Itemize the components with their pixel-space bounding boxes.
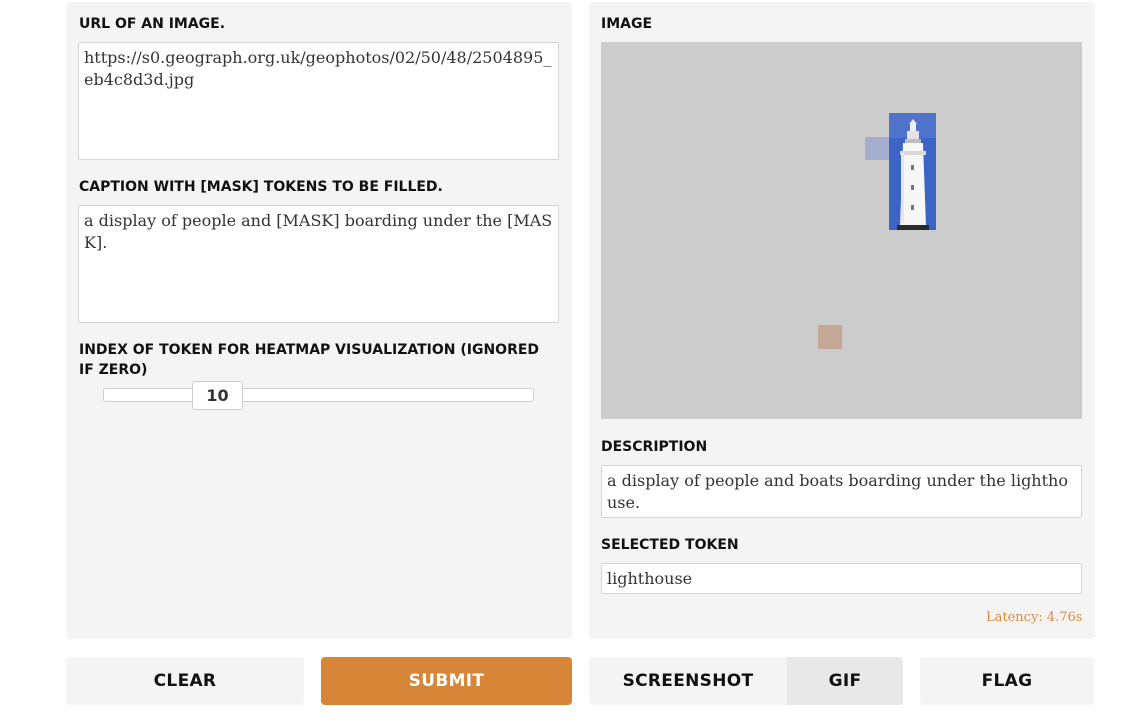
description-output: a display of people and boats boarding u… <box>601 465 1082 518</box>
token-index-label: INDEX OF TOKEN FOR HEATMAP VISUALIZATION… <box>79 342 540 378</box>
image-label: IMAGE <box>601 16 653 32</box>
token-index-slider-track[interactable] <box>103 388 534 402</box>
url-input[interactable]: https://s0.geograph.org.uk/geophotos/02/… <box>78 42 559 160</box>
lighthouse-image-region <box>889 113 936 230</box>
token-index-slider-handle[interactable]: 10 <box>192 381 243 410</box>
gif-button[interactable]: GIF <box>787 657 903 705</box>
lighthouse-icon <box>889 113 936 230</box>
caption-input[interactable]: a display of people and [MASK] boarding … <box>78 205 559 323</box>
caption-label: CAPTION WITH [MASK] TOKENS TO BE FILLED. <box>79 179 443 195</box>
selected-token-output: lighthouse <box>601 563 1082 594</box>
clear-button[interactable]: CLEAR <box>66 657 304 705</box>
selected-token-label: SELECTED TOKEN <box>601 537 739 553</box>
heatmap-image <box>601 42 1082 419</box>
description-label: DESCRIPTION <box>601 439 708 455</box>
flag-button[interactable]: FLAG <box>920 657 1094 705</box>
submit-button[interactable]: SUBMIT <box>321 657 572 705</box>
latency-text: Latency: 4.76s <box>986 610 1083 625</box>
screenshot-button[interactable]: SCREENSHOT <box>589 657 787 705</box>
heatmap-patch <box>865 137 889 160</box>
url-label: URL OF AN IMAGE. <box>79 16 226 32</box>
heatmap-patch <box>818 325 842 349</box>
